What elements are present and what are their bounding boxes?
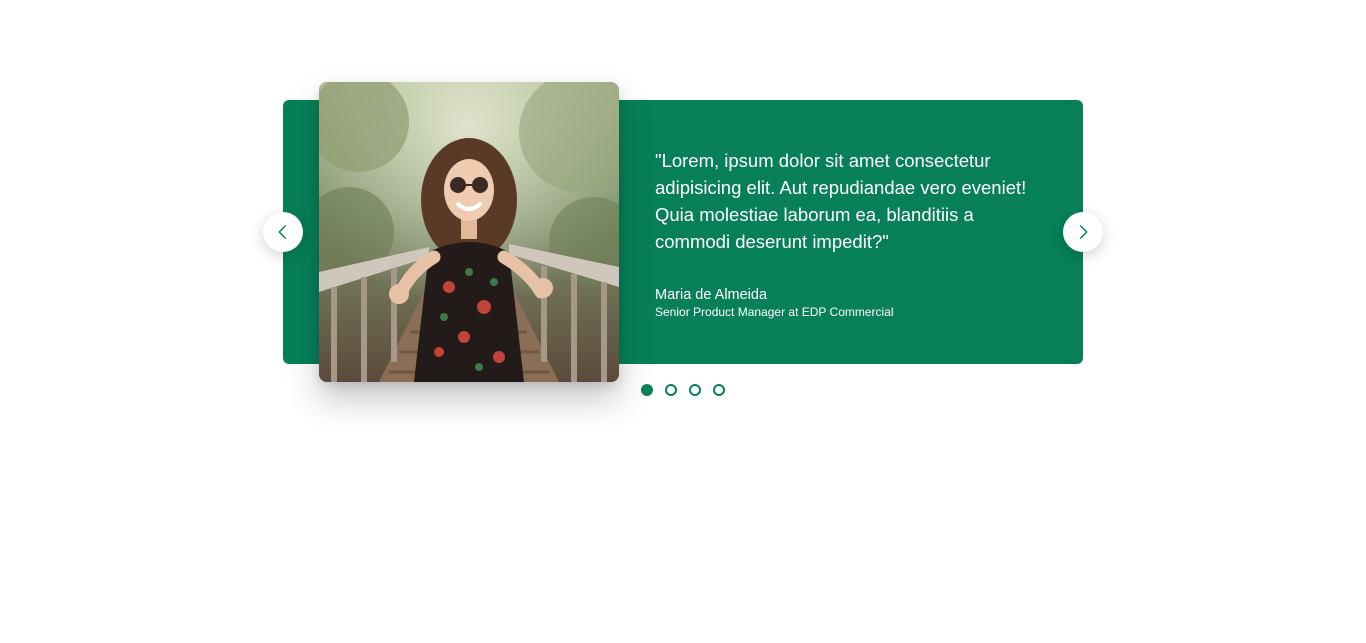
author-role: Senior Product Manager at EDP Commercial [655,305,894,319]
next-slide-button[interactable] [1063,212,1103,252]
chevron-left-icon [278,225,286,239]
pagination-dot-1[interactable] [641,384,653,396]
pagination-dot-4[interactable] [713,384,725,396]
pagination-dot-2[interactable] [665,384,677,396]
author-name: Maria de Almeida [655,287,768,303]
carousel-pagination [641,384,725,396]
testimonial-quote: "Lorem, ipsum dolor sit amet consectetur… [655,150,1027,252]
previous-slide-button[interactable] [263,212,303,252]
testimonial-section: "Lorem, ipsum dolor sit amet consectetur… [0,0,1366,643]
pagination-dot-3[interactable] [689,384,701,396]
testimonial-photo [319,82,619,382]
chevron-right-icon [1080,225,1088,239]
